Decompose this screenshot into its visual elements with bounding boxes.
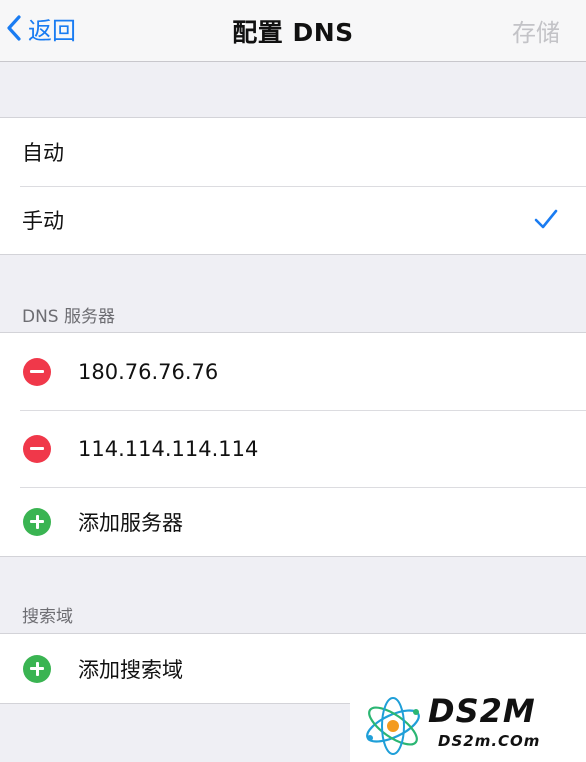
mode-option-label: 自动 xyxy=(22,141,64,165)
navigation-bar: 返回 配置 DNS 存储 xyxy=(0,0,586,62)
page-title: 配置 DNS xyxy=(232,18,354,47)
delete-icon[interactable] xyxy=(23,357,51,386)
dns-servers-group: 180.76.76.76 114.114.114.114 添加服务器 xyxy=(0,332,586,557)
add-icon xyxy=(23,654,51,683)
search-domain-section-header: 搜索域 xyxy=(22,607,73,627)
watermark-logo: DS2M DS2m.COm xyxy=(350,686,586,762)
add-server-label: 添加服务器 xyxy=(78,510,183,535)
dns-mode-group: 自动 手动 xyxy=(0,117,586,255)
mode-option-label: 手动 xyxy=(22,209,64,233)
add-server-button[interactable]: 添加服务器 xyxy=(0,487,586,556)
add-icon xyxy=(23,507,51,536)
mode-option-automatic[interactable]: 自动 xyxy=(0,118,586,186)
atom-logo-icon xyxy=(366,697,420,755)
dns-server-row: 114.114.114.114 xyxy=(0,410,586,487)
watermark-title: DS2M xyxy=(428,692,536,730)
save-button[interactable]: 存储 xyxy=(512,13,560,48)
mode-option-manual[interactable]: 手动 xyxy=(0,186,586,254)
delete-icon[interactable] xyxy=(23,434,51,463)
dns-server-address[interactable]: 180.76.76.76 xyxy=(78,360,218,384)
dns-section-header: DNS 服务器 xyxy=(22,307,116,327)
checkmark-icon xyxy=(534,209,558,229)
add-search-domain-label: 添加搜索域 xyxy=(78,657,183,682)
dns-server-address[interactable]: 114.114.114.114 xyxy=(78,437,258,461)
watermark-url: DS2m.COm xyxy=(438,732,541,750)
dns-server-row: 180.76.76.76 xyxy=(0,333,586,410)
